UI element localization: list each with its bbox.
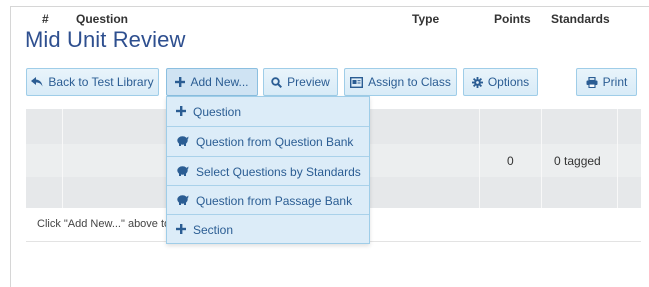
add-new-button[interactable]: Add New... <box>166 68 258 96</box>
options-button[interactable]: Options <box>463 68 538 96</box>
empty-table-hint: Click "Add New..." above to <box>37 218 171 230</box>
column-header-points: Points <box>494 12 531 26</box>
column-header-number: # <box>42 12 49 26</box>
plus-icon <box>176 223 186 237</box>
standards-cell: 0 tagged <box>554 154 601 168</box>
print-label: Print <box>602 75 628 89</box>
assign-label: Assign to Class <box>368 75 451 89</box>
menu-item-label: Question <box>193 104 242 119</box>
column-header-standards: Standards <box>551 12 610 26</box>
gear-icon <box>471 76 483 88</box>
reply-arrow-icon <box>31 77 43 87</box>
column-divider <box>479 109 480 208</box>
piggy-bank-icon <box>176 165 189 179</box>
plus-icon <box>176 105 186 119</box>
print-button[interactable]: Print <box>576 68 637 96</box>
piggy-bank-icon <box>176 194 189 208</box>
menu-item-label: Section <box>193 222 234 237</box>
assign-to-class-button[interactable]: Assign to Class <box>344 68 457 96</box>
menu-item-label: Question from Passage Bank <box>196 193 353 208</box>
search-icon <box>271 76 283 88</box>
add-new-label: Add New... <box>190 75 249 89</box>
menu-item-label: Question from Question Bank <box>196 134 354 149</box>
points-cell: 0 <box>507 154 514 168</box>
preview-label: Preview <box>287 75 330 89</box>
column-divider <box>541 109 542 208</box>
preview-button[interactable]: Preview <box>263 68 338 96</box>
add-new-menu: Question Question from Question Bank Sel… <box>166 96 370 244</box>
column-divider <box>617 109 618 208</box>
back-button-label: Back to Test Library <box>48 75 154 89</box>
column-header-question: Question <box>76 12 129 26</box>
menu-item-label: Select Questions by Standards <box>196 164 361 179</box>
column-header-type: Type <box>412 12 440 26</box>
menu-item-question-bank[interactable]: Question from Question Bank <box>167 127 369 156</box>
piggy-bank-icon <box>176 135 189 149</box>
options-label: Options <box>487 75 530 89</box>
printer-icon <box>586 76 598 88</box>
menu-item-question[interactable]: Question <box>167 97 369 126</box>
page-title: Mid Unit Review <box>25 27 186 52</box>
menu-item-section[interactable]: Section <box>167 215 369 244</box>
assign-card-icon <box>350 76 364 88</box>
menu-item-passage-bank[interactable]: Question from Passage Bank <box>167 186 369 215</box>
menu-item-select-by-standards[interactable]: Select Questions by Standards <box>167 157 369 186</box>
plus-icon <box>175 77 186 87</box>
column-divider <box>62 109 63 208</box>
back-to-library-button[interactable]: Back to Test Library <box>26 68 159 96</box>
